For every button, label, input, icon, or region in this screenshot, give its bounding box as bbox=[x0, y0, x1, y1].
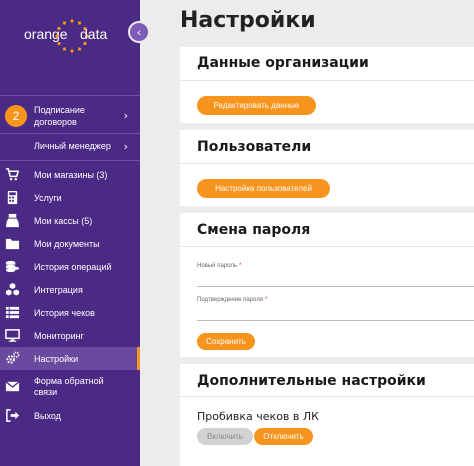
sidebar-item-label: История чеков bbox=[34, 307, 95, 318]
user-settings-button[interactable]: Настройка пользователей bbox=[197, 179, 330, 198]
extra-settings-title: Дополнительные настройки bbox=[197, 373, 426, 389]
sidebar-item-label: Услуги bbox=[34, 192, 62, 203]
confirm-password-label-text: Подтверждение пароля bbox=[197, 297, 263, 303]
users-card: Пользователи Настройка пользователей bbox=[180, 130, 474, 206]
organization-card: Данные организации Редактировать данные bbox=[180, 47, 474, 123]
gears-icon bbox=[6, 351, 20, 364]
sidebar-item-shops[interactable]: Мои магазины (3) bbox=[0, 163, 140, 186]
sidebar-item-integration[interactable]: Интеграция bbox=[0, 278, 140, 301]
sidebar-item-logout[interactable]: Выход bbox=[0, 404, 140, 427]
monitor-icon bbox=[5, 329, 20, 342]
organization-title: Данные организации bbox=[197, 55, 369, 71]
sidebar-item-feedback[interactable]: Форма обратной связи bbox=[0, 370, 140, 404]
confirm-password-input[interactable] bbox=[197, 307, 474, 319]
calculator-icon bbox=[7, 190, 18, 205]
sidebar-item-contracts[interactable]: 2 Подписание договоров › bbox=[0, 101, 140, 132]
page-title: Настройки bbox=[180, 8, 316, 33]
password-card: Смена пароля Новый пароль * Подтверждение… bbox=[180, 213, 474, 357]
sign-out-icon bbox=[6, 409, 20, 422]
enable-button[interactable]: Включить bbox=[197, 428, 253, 445]
logo[interactable]: orange data bbox=[24, 18, 116, 53]
chevron-right-icon: › bbox=[123, 140, 128, 153]
sidebar-item-label: Мониторинг bbox=[34, 330, 84, 341]
sidebar-item-label: Форма обратной связи bbox=[34, 376, 104, 397]
cubes-icon bbox=[5, 282, 20, 296]
cart-icon bbox=[5, 168, 20, 181]
sidebar-item-label: Мои магазины (3) bbox=[34, 169, 108, 180]
sidebar-item-documents[interactable]: Мои документы bbox=[0, 232, 140, 255]
sidebar-item-label: История операций bbox=[34, 261, 112, 272]
new-password-input[interactable] bbox=[197, 273, 474, 285]
logo-text-data: data bbox=[80, 26, 108, 42]
envelope-icon bbox=[5, 381, 20, 392]
sidebar-item-services[interactable]: Услуги bbox=[0, 186, 140, 209]
sidebar-item-manager[interactable]: Личный менеджер › bbox=[0, 137, 140, 157]
sidebar-item-label: Выход bbox=[34, 410, 61, 421]
coins-icon bbox=[5, 260, 20, 273]
sidebar-nav: Мои магазины (3) Услуги Мои кассы (5) Мо… bbox=[0, 163, 140, 427]
card-divider bbox=[180, 80, 474, 81]
sidebar-item-settings[interactable]: Настройки bbox=[0, 347, 140, 370]
sidebar-item-operations[interactable]: История операций bbox=[0, 255, 140, 278]
sidebar-divider bbox=[0, 95, 140, 96]
sidebar-item-label: Мои документы bbox=[34, 238, 100, 249]
required-mark: * bbox=[264, 297, 268, 303]
cash-register-icon bbox=[5, 213, 20, 228]
list-icon bbox=[5, 306, 20, 319]
sidebar-item-label: Личный менеджер bbox=[34, 141, 111, 151]
sidebar-item-monitoring[interactable]: Мониторинг bbox=[0, 324, 140, 347]
folder-icon bbox=[5, 238, 20, 250]
sidebar-item-label: Настройки bbox=[34, 353, 79, 364]
sidebar-divider bbox=[0, 160, 140, 161]
chevron-right-icon: › bbox=[123, 109, 128, 122]
contracts-count-badge: 2 bbox=[5, 105, 27, 127]
sidebar-item-receipts[interactable]: История чеков bbox=[0, 301, 140, 324]
sidebar-divider bbox=[0, 133, 140, 134]
app-window: orange data 2 Подписание договоров › Лич… bbox=[0, 0, 474, 466]
sidebar-item-label: Подписание договоров bbox=[34, 105, 85, 127]
users-title: Пользователи bbox=[197, 139, 312, 155]
card-divider bbox=[180, 163, 474, 164]
new-password-label: Новый пароль * bbox=[197, 263, 241, 269]
main-content: Настройки Данные организации Редактирова… bbox=[140, 0, 474, 466]
sidebar-item-label: Мои кассы (5) bbox=[34, 215, 93, 226]
new-password-underline bbox=[197, 286, 474, 287]
card-divider bbox=[180, 396, 474, 397]
sidebar-item-label: Интеграция bbox=[34, 284, 83, 295]
extra-settings-card: Дополнительные настройки Пробивка чеков … bbox=[180, 364, 474, 466]
password-title: Смена пароля bbox=[197, 222, 311, 238]
sidebar-item-cash-registers[interactable]: Мои кассы (5) bbox=[0, 209, 140, 232]
card-divider bbox=[180, 246, 474, 247]
required-mark: * bbox=[238, 263, 242, 269]
edit-data-button[interactable]: Редактировать данные bbox=[197, 96, 316, 115]
disable-button[interactable]: Отключить bbox=[254, 428, 313, 445]
receipt-punch-label: Пробивка чеков в ЛК bbox=[197, 410, 319, 423]
new-password-label-text: Новый пароль bbox=[197, 263, 237, 269]
save-password-button[interactable]: Сохранить bbox=[197, 333, 255, 350]
sidebar: orange data 2 Подписание договоров › Лич… bbox=[0, 0, 140, 466]
confirm-password-label: Подтверждение пароля * bbox=[197, 297, 267, 303]
confirm-password-underline bbox=[197, 320, 474, 321]
